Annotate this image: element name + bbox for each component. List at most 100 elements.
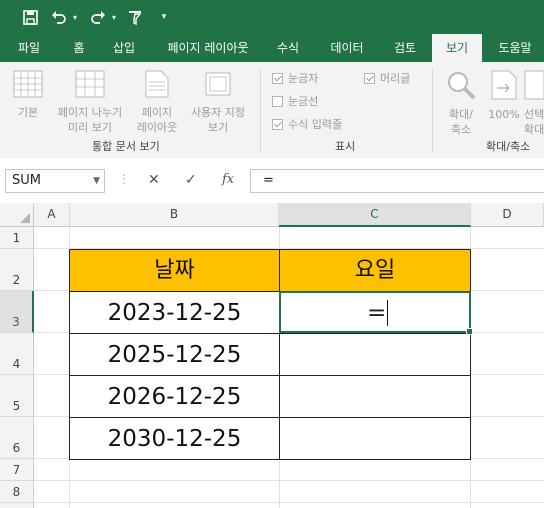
row-header-8[interactable]: 8 (0, 481, 34, 503)
gridlines-check-icon (272, 95, 283, 107)
gridline (34, 480, 544, 481)
cell-b2-header-date[interactable]: 날짜 (69, 249, 280, 292)
name-box-dropdown-icon[interactable]: ▼ (93, 170, 100, 192)
column-header-a[interactable]: A (34, 203, 70, 227)
headings-label: 머리글 (380, 72, 411, 85)
row-number: 5 (12, 399, 21, 413)
cell-c5[interactable] (279, 375, 471, 418)
zoom-button[interactable]: 확대/ 축소 (440, 70, 482, 137)
row-header-1[interactable]: 1 (0, 227, 34, 249)
tab-review[interactable]: 검토 (382, 34, 428, 62)
zoom-label-2: 축소 (450, 123, 472, 136)
ribbon-tabs: 파일 홈 삽입 페이지 레이아웃 수식 데이터 검토 보기 도움말 (0, 34, 544, 62)
row-header-3[interactable]: 3 (0, 291, 34, 333)
undo-icon[interactable] (49, 6, 69, 28)
tab-data[interactable]: 데이터 (318, 34, 376, 62)
gridline (34, 502, 544, 503)
zoom-to-selection-button[interactable]: 선택 확대 (524, 70, 544, 137)
undo-dropdown-icon[interactable]: ▾ (70, 6, 80, 28)
enter-check-icon[interactable]: ✓ (185, 172, 197, 188)
formula-bar-label: 수식 입력줄 (288, 118, 343, 131)
save-icon[interactable] (20, 6, 40, 28)
row-number: 4 (12, 357, 21, 371)
normal-view-icon (13, 70, 43, 98)
headings-checkbox[interactable]: 머리글 (364, 70, 410, 86)
name-box-value: SUM (12, 173, 41, 188)
page-layout-view-button[interactable]: 페이지 레이아웃 (134, 70, 180, 135)
custom-views-button[interactable]: 사용자 지정 보기 (182, 70, 254, 135)
page-break-preview-button[interactable]: 페이지 나누기 미리 보기 (50, 70, 130, 135)
row-header-7[interactable]: 7 (0, 459, 34, 481)
headings-check-icon (364, 72, 375, 84)
ribbon: 기본 페이지 나누기 미리 보기 페이지 레이아웃 사용자 지정 보기 통합 문… (0, 62, 544, 159)
tab-help[interactable]: 도움말 (486, 34, 544, 62)
zoom-100-button[interactable]: 100% (484, 70, 524, 122)
cell-b4[interactable]: 2025-12-25 (69, 333, 280, 376)
row-number: 7 (12, 463, 21, 477)
tab-page-layout[interactable]: 페이지 레이아웃 (156, 34, 260, 62)
gridlines-checkbox[interactable]: 눈금선 (272, 93, 318, 109)
customize-toolbar-icon[interactable]: ▾ (157, 6, 171, 28)
quick-access-toolbar: ▾ ▾ ▾ (0, 0, 544, 34)
custom-views-icon (205, 72, 231, 96)
page-layout-view-label-2: 레이아웃 (136, 121, 178, 134)
cell-b5[interactable]: 2026-12-25 (69, 375, 280, 418)
show-group-label: 표시 (335, 140, 356, 153)
cell-c4[interactable] (279, 333, 471, 376)
tab-file[interactable]: 파일 (6, 34, 52, 62)
ruler-label: 눈금자 (288, 72, 319, 85)
page-break-preview-label-1: 페이지 나누기 (57, 106, 123, 119)
cell-c6[interactable] (279, 417, 471, 460)
custom-views-label-1: 사용자 지정 (190, 106, 246, 119)
ribbon-separator (260, 68, 261, 152)
formula-bar-check-icon (272, 118, 283, 130)
name-box[interactable]: SUM ▼ (5, 169, 105, 193)
row-header-9[interactable] (0, 503, 34, 508)
insert-function-icon[interactable]: fx (222, 172, 234, 187)
column-header-b[interactable]: B (70, 203, 279, 227)
cancel-icon[interactable]: ✕ (148, 172, 160, 188)
column-header-c[interactable]: C (279, 203, 471, 227)
cell-b6[interactable]: 2030-12-25 (69, 417, 280, 460)
row-number: 6 (12, 441, 21, 455)
normal-view-label: 기본 (17, 106, 39, 119)
row-header-6[interactable]: 6 (0, 417, 34, 459)
redo-dropdown-icon[interactable]: ▾ (109, 6, 119, 28)
row-number: 2 (12, 273, 21, 287)
tab-view[interactable]: 보기 (432, 34, 482, 62)
page-break-preview-label-2: 미리 보기 (68, 121, 112, 134)
gridlines-label: 눈금선 (288, 95, 319, 108)
redo-icon[interactable] (88, 6, 108, 28)
ribbon-separator (432, 68, 433, 152)
page-layout-view-icon (145, 70, 169, 98)
row-number: 1 (12, 231, 21, 245)
formula-bar-checkbox[interactable]: 수식 입력줄 (272, 116, 342, 132)
tab-formulas[interactable]: 수식 (266, 34, 310, 62)
tab-insert[interactable]: 삽입 (100, 34, 148, 62)
workbook-views-group-label: 통합 문서 보기 (92, 140, 160, 153)
magnifier-icon (448, 72, 476, 100)
zoom-100-label: 100% (488, 108, 520, 121)
zoom-label-1: 확대/ (449, 108, 473, 121)
select-all-corner[interactable] (0, 203, 34, 227)
zoom-selection-icon (524, 70, 544, 100)
row-number: 3 (12, 315, 20, 329)
cell-c2-header-day[interactable]: 요일 (279, 249, 471, 292)
text-cursor (387, 300, 388, 326)
normal-view-button[interactable]: 기본 (8, 70, 48, 120)
zoom-100-icon (491, 70, 517, 100)
ruler-checkbox[interactable]: 눈금자 (272, 70, 318, 86)
custom-views-label-2: 보기 (207, 121, 229, 134)
cell-b3[interactable]: 2023-12-25 (69, 291, 280, 334)
row-number: 8 (12, 485, 21, 499)
row-header-2[interactable]: 2 (0, 249, 34, 291)
tab-home[interactable]: 홈 (60, 34, 98, 62)
zoom-selection-label-2: 확대 (524, 123, 544, 136)
row-header-4[interactable]: 4 (0, 333, 34, 375)
formula-input[interactable]: = (250, 169, 544, 193)
active-cell-c3[interactable]: = (279, 291, 473, 335)
filter-icon[interactable] (126, 6, 144, 28)
column-header-d[interactable]: D (471, 203, 544, 227)
row-header-5[interactable]: 5 (0, 375, 34, 417)
ruler-check-icon (272, 72, 283, 84)
